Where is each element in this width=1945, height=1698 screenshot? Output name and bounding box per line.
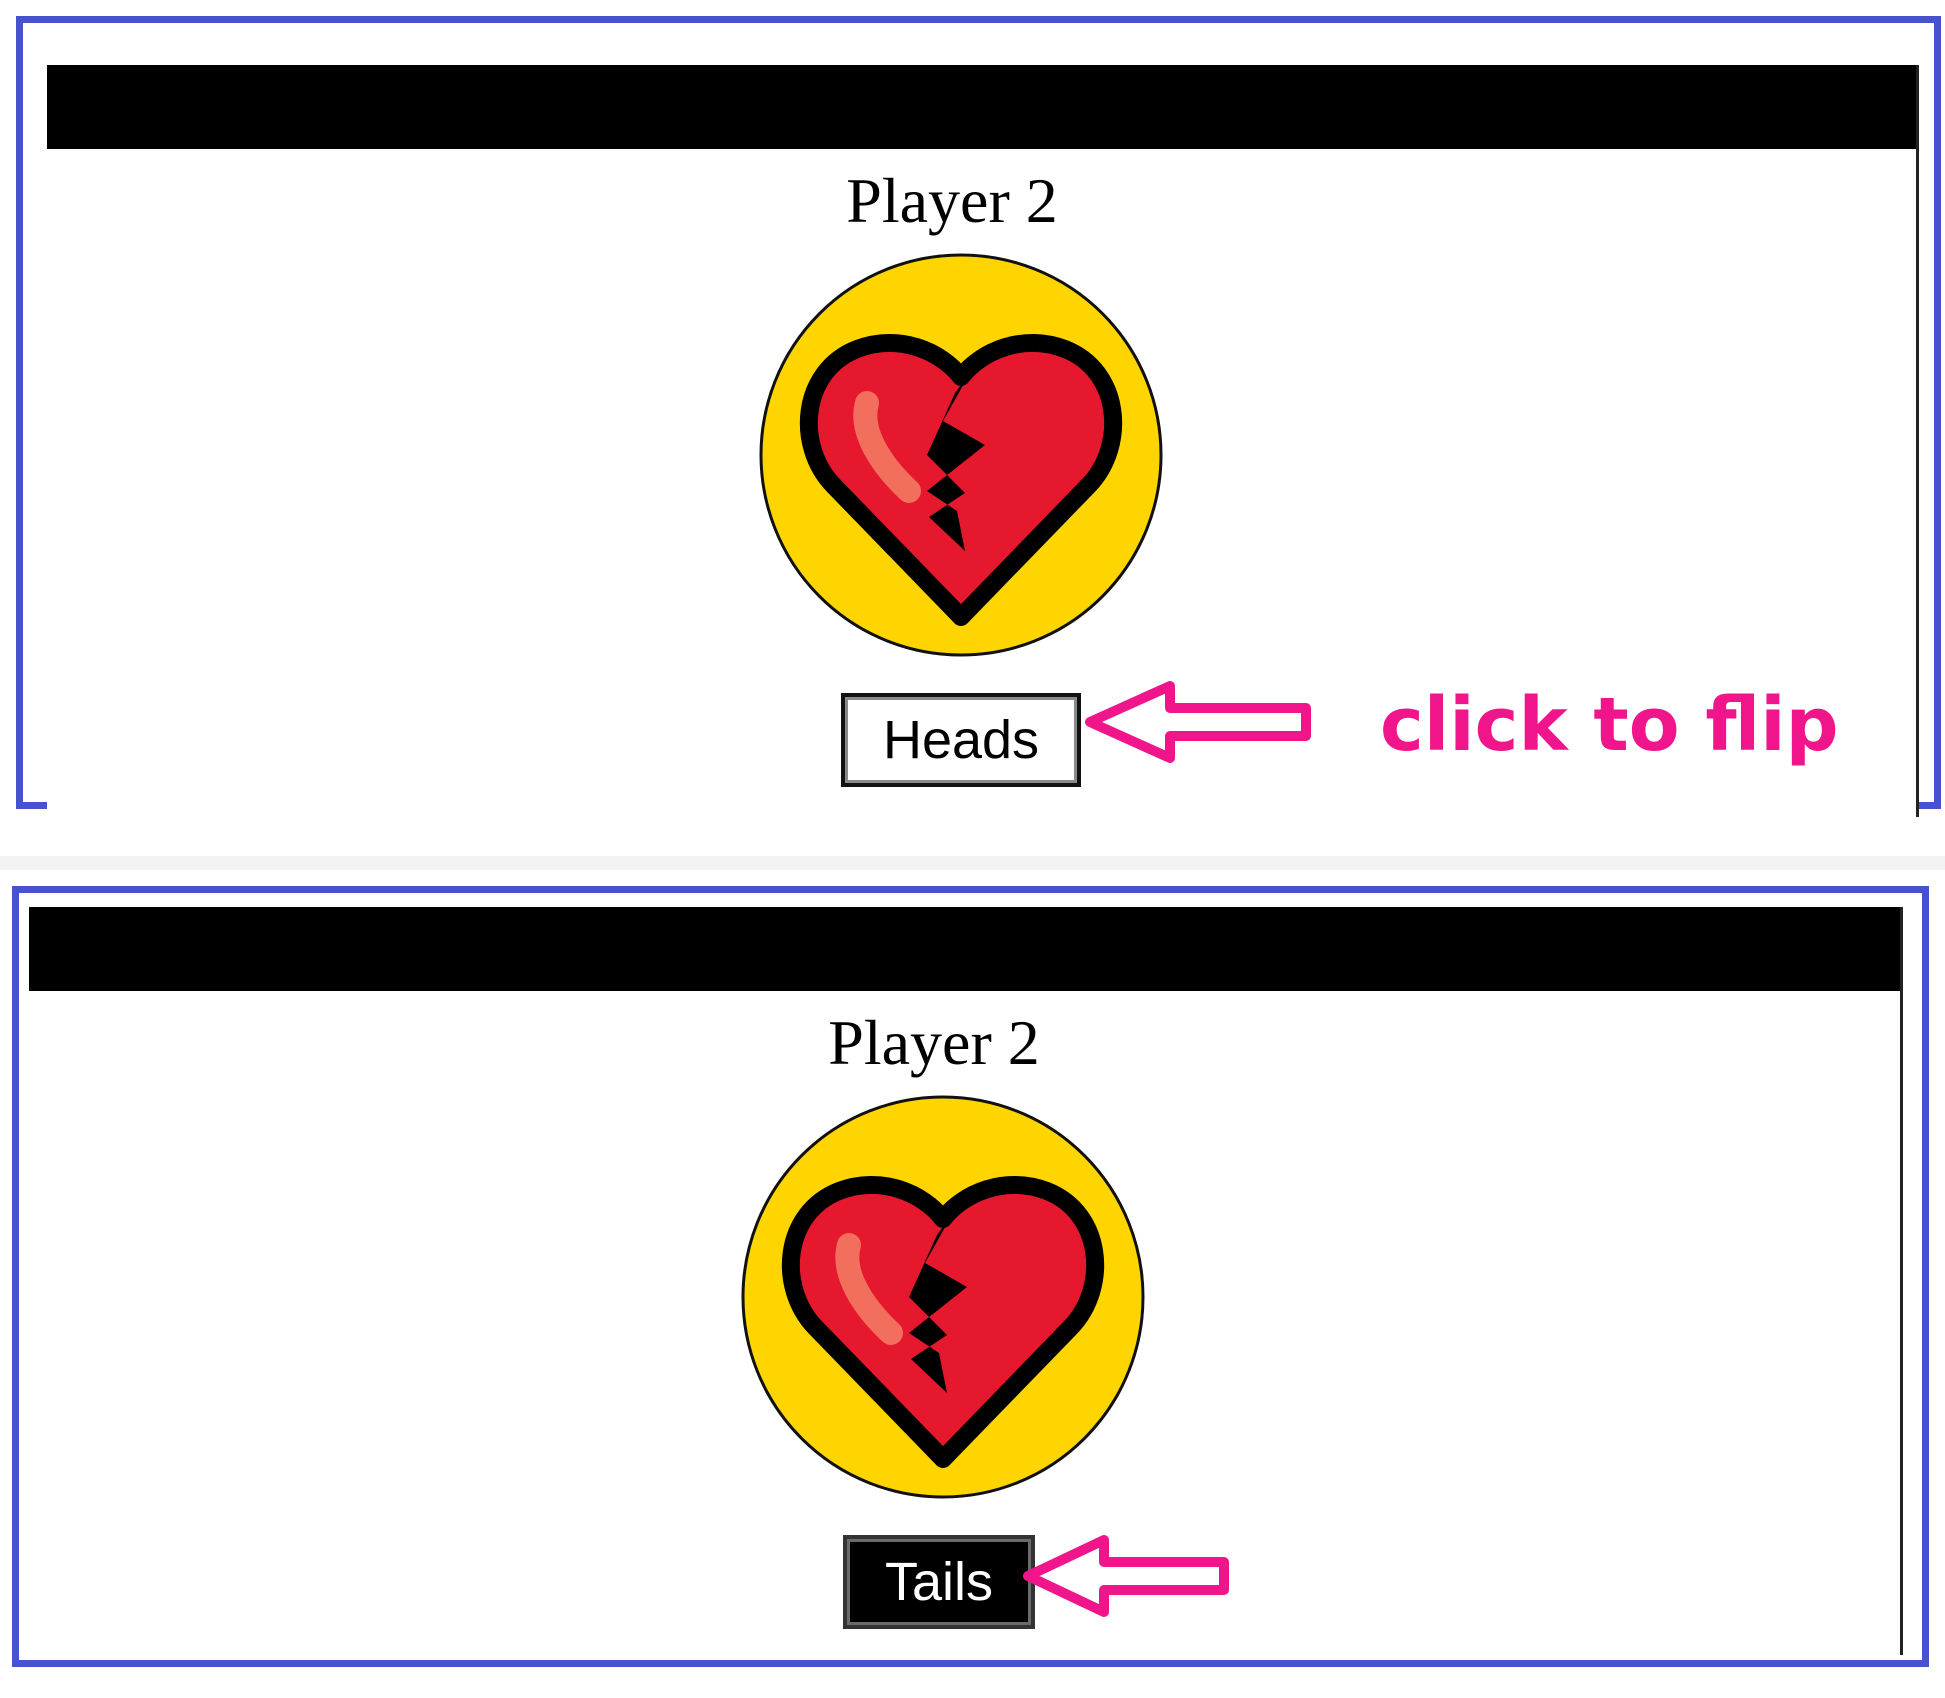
top-bar bbox=[29, 907, 1900, 991]
left-arrow-icon bbox=[1023, 1535, 1229, 1617]
coin-image bbox=[759, 253, 1163, 657]
top-bar bbox=[47, 65, 1916, 149]
flip-button-heads[interactable]: Heads bbox=[841, 693, 1081, 787]
flip-button-tails[interactable]: Tails bbox=[843, 1535, 1035, 1629]
app-window: Player 2 Tails bbox=[29, 907, 1903, 1655]
divider-strip bbox=[0, 856, 1945, 870]
left-arrow-icon bbox=[1085, 681, 1311, 763]
coin-image bbox=[741, 1095, 1145, 1499]
player-title: Player 2 bbox=[846, 165, 1058, 236]
player-title: Player 2 bbox=[828, 1007, 1040, 1078]
screenshot-panel-tails: Player 2 Tails bbox=[12, 886, 1929, 1667]
click-to-flip-annotation: click to flip bbox=[1380, 682, 1839, 768]
